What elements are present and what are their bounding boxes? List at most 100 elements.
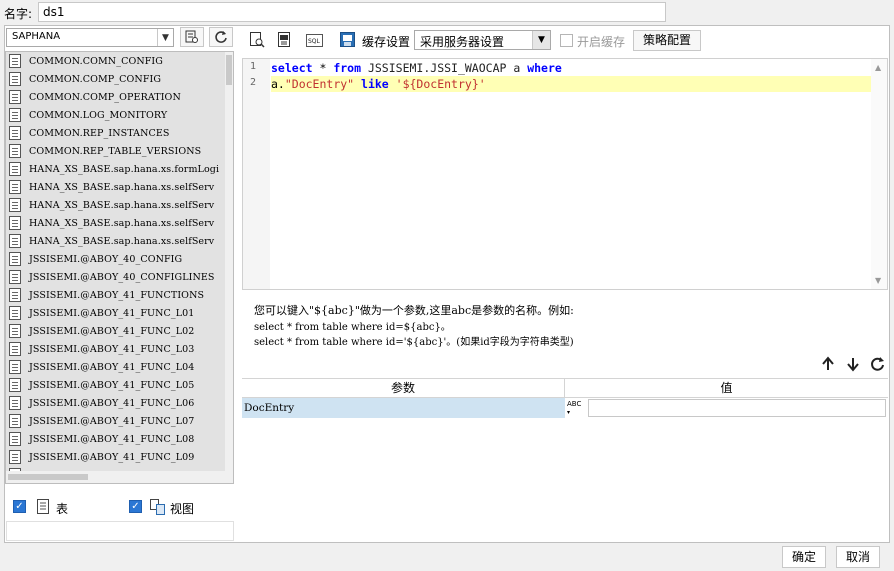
list-item[interactable]: JSSISEMI.@ABOY_41_FUNC_L03: [6, 340, 227, 358]
enable-cache-checkbox[interactable]: [560, 34, 573, 47]
table-icon: [9, 342, 21, 356]
refresh-tables-button[interactable]: [209, 27, 233, 47]
cancel-button[interactable]: 取消: [836, 546, 880, 568]
database-select-value: SAPHANA: [12, 31, 61, 42]
list-item-label: COMMON.LOG_MONITORY: [29, 109, 168, 121]
list-item[interactable]: HANA_XS_BASE.sap.hana.xs.formLogi: [6, 160, 227, 178]
arrow-down-icon[interactable]: [845, 356, 861, 372]
table-icon: [9, 144, 21, 158]
name-input[interactable]: ds1: [38, 2, 666, 22]
sql-file-icon[interactable]: [276, 32, 292, 48]
col-header-value: 值: [720, 381, 733, 395]
show-views-label: 视图: [170, 502, 195, 516]
list-item-label: JSSISEMI.@ABOY_41_FUNC_L06: [29, 397, 195, 409]
table-row[interactable]: DocEntry ABC ▾: [242, 398, 888, 418]
table-icon: [9, 180, 21, 194]
chevron-down-icon: ▼: [532, 31, 550, 49]
enable-cache-label: 开启缓存: [577, 35, 626, 49]
list-item[interactable]: JSSISEMI.@ABOY_41_FUNC_L08: [6, 430, 227, 448]
table-icon: [9, 378, 21, 392]
show-tables-checkbox[interactable]: ✓: [13, 500, 26, 513]
cache-settings-icon: [340, 32, 355, 47]
list-item[interactable]: JSSISEMI.@ABOY_41_FUNC_L07: [6, 412, 227, 430]
code-star: *: [312, 61, 334, 75]
list-item-label: COMMON.REP_INSTANCES: [29, 127, 170, 139]
table-list-hscrollbar[interactable]: [6, 471, 233, 483]
list-item[interactable]: JSSISEMI.@ABOY_41_FUNC_L04: [6, 358, 227, 376]
cache-mode-value: 采用服务器设置: [420, 35, 505, 49]
table-icon: [9, 324, 21, 338]
table-icon: [9, 54, 21, 68]
editor-vscrollbar[interactable]: ▲ ▼: [871, 59, 887, 289]
list-item[interactable]: HANA_XS_BASE.sap.hana.xs.selfServ: [6, 232, 227, 250]
param-value-input[interactable]: [588, 399, 886, 417]
table-list[interactable]: COMMON.COMN_CONFIG COMMON.COMP_CONFIG COMM…: [5, 51, 234, 484]
code-table: JSSISEMI.JSSI_WAOCAP a: [361, 61, 528, 75]
list-item[interactable]: JSSISEMI.@ABOY_41_FUNC_L05: [6, 376, 227, 394]
list-item[interactable]: COMMON.REP_INSTANCES: [6, 124, 227, 142]
list-item[interactable]: JSSISEMI.@ABOY_40_CONFIGLINES: [6, 268, 227, 286]
cache-mode-select[interactable]: 采用服务器设置 ▼: [414, 30, 551, 50]
refresh-icon[interactable]: [870, 356, 886, 372]
list-item-label: COMMON.COMP_OPERATION: [29, 91, 181, 103]
show-views-checkbox[interactable]: ✓: [129, 500, 142, 513]
table-list-vscrollbar[interactable]: [225, 52, 233, 472]
list-item-label: JSSISEMI.@ABOY_41_FUNC_L07: [29, 415, 195, 427]
table-preview-button[interactable]: [180, 27, 204, 47]
table-icon: [9, 306, 21, 320]
list-item-label: HANA_XS_BASE.sap.hana.xs.selfServ: [29, 181, 215, 193]
list-item[interactable]: HANA_XS_BASE.sap.hana.xs.selfServ: [6, 196, 227, 214]
arrow-up-icon[interactable]: [820, 356, 836, 372]
table-icon: [9, 396, 21, 410]
refresh-icon: [215, 31, 227, 43]
param-hint-line-3: select * from table where id='${abc}'。(如…: [254, 337, 574, 348]
ok-button[interactable]: 确定: [782, 546, 826, 568]
param-type-select[interactable]: ABC ▾: [565, 398, 587, 418]
list-item-label: JSSISEMI.@ABOY_41_FUNC_L08: [29, 433, 195, 445]
list-item[interactable]: JSSISEMI.@ABOY_41_FUNC_L09: [6, 448, 227, 466]
sql-format-icon[interactable]: SQL: [306, 33, 324, 49]
table-search-icon: [185, 30, 198, 43]
sql-editor[interactable]: 1 2 select * from JSSISEMI.JSSI_WAOCAP a…: [242, 58, 888, 290]
list-item[interactable]: COMMON.LOG_MONITORY: [6, 106, 227, 124]
database-select[interactable]: SAPHANA ▼: [6, 28, 174, 47]
list-item[interactable]: COMMON.REP_TABLE_VERSIONS: [6, 142, 227, 160]
list-item[interactable]: COMMON.COMN_CONFIG: [6, 52, 227, 70]
line-gutter: 1 2: [243, 59, 270, 289]
table-icon: [9, 162, 21, 176]
view-icon: [150, 499, 165, 515]
list-item[interactable]: JSSISEMI.@ABOY_41_FUNC_L02: [6, 322, 227, 340]
list-item[interactable]: HANA_XS_BASE.sap.hana.xs.selfServ: [6, 178, 227, 196]
table-icon: [9, 270, 21, 284]
list-item[interactable]: COMMON.COMP_OPERATION: [6, 88, 227, 106]
list-item-label: HANA_XS_BASE.sap.hana.xs.selfServ: [29, 235, 215, 247]
params-table-header: 参数 值: [242, 378, 888, 398]
list-item-label: COMMON.COMP_CONFIG: [29, 73, 162, 85]
list-item[interactable]: JSSISEMI.@ABOY_41_FUNC_L06: [6, 394, 227, 412]
table-icon: [9, 414, 21, 428]
list-item-label: COMMON.COMN_CONFIG: [29, 55, 163, 67]
list-item-label: JSSISEMI.@ABOY_41_FUNC_L09: [29, 451, 195, 463]
table-icon: [9, 432, 21, 446]
list-item-label: JSSISEMI.@ABOY_41_FUNC_L03: [29, 343, 195, 355]
list-item[interactable]: JSSISEMI.@ABOY_40_CONFIG: [6, 250, 227, 268]
line-number: 1: [250, 61, 257, 72]
list-item[interactable]: COMMON.COMP_CONFIG: [6, 70, 227, 88]
preview-icon[interactable]: [249, 32, 265, 48]
list-item[interactable]: JSSISEMI.@ABOY_41_FUNC_L01: [6, 304, 227, 322]
list-item-label: JSSISEMI.@ABOY_41_FUNC_L04: [29, 361, 195, 373]
kw-where: where: [527, 61, 562, 75]
list-item[interactable]: HANA_XS_BASE.sap.hana.xs.selfServ: [6, 214, 227, 232]
list-item-label: JSSISEMI.@ABOY_41_FUNC_L05: [29, 379, 195, 391]
code-line-2: a."DocEntry" like '${DocEntry}': [271, 76, 486, 92]
table-filter-input[interactable]: [6, 521, 234, 541]
table-icon: [37, 499, 49, 514]
param-hint-line-2: select * from table where id=${abc}。: [254, 322, 451, 333]
param-hint-line-1: 您可以键入"${abc}"做为一个参数,这里abc是参数的名称。例如:: [254, 304, 574, 317]
line-number: 2: [250, 77, 257, 88]
strategy-config-button[interactable]: 策略配置: [633, 30, 701, 51]
code-value: '${DocEntry}': [395, 77, 486, 91]
table-icon: [9, 234, 21, 248]
list-item[interactable]: JSSISEMI.@ABOY_41_FUNCTIONS: [6, 286, 227, 304]
param-name-cell[interactable]: DocEntry: [242, 398, 565, 418]
